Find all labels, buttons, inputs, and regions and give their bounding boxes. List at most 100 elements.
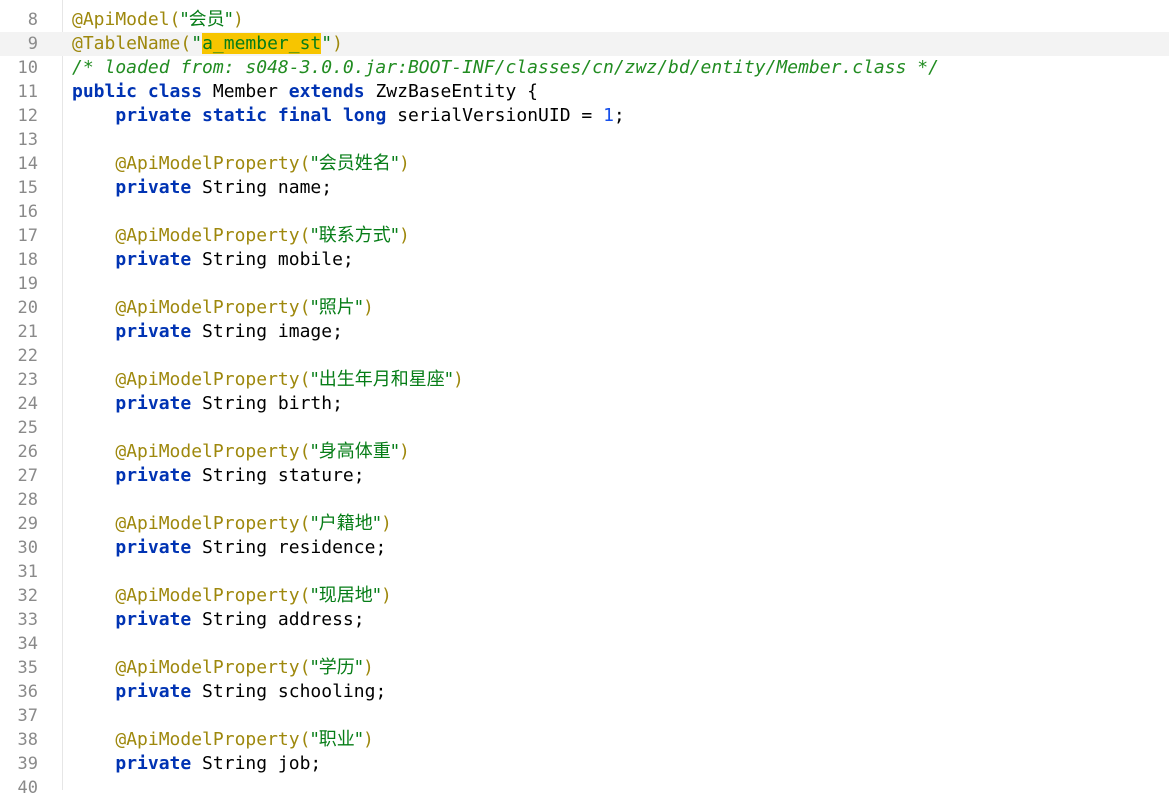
code-text[interactable]: @ApiModelProperty("会员姓名") xyxy=(72,152,409,176)
code-text[interactable]: /* loaded from: s048-3.0.0.jar:BOOT-INF/… xyxy=(72,56,939,80)
code-text[interactable]: @ApiModelProperty("照片") xyxy=(72,296,373,320)
code-line[interactable]: 29 @ApiModelProperty("户籍地") xyxy=(0,512,1169,536)
code-text[interactable]: @TableName("a_member_st") xyxy=(72,32,343,56)
code-text[interactable]: private String residence; xyxy=(72,536,386,560)
line-number: 16 xyxy=(17,202,38,222)
code-text[interactable]: private String stature; xyxy=(72,464,365,488)
code-line[interactable]: 40 xyxy=(0,776,1169,800)
code-text[interactable]: public class Member extends ZwzBaseEntit… xyxy=(72,80,538,104)
annotation-token: @ApiModelProperty( xyxy=(115,657,311,678)
code-text[interactable]: private String schooling; xyxy=(72,680,386,704)
code-line[interactable]: 34 xyxy=(0,632,1169,656)
code-line[interactable]: 13 xyxy=(0,128,1169,152)
code-line[interactable]: 21 private String image; xyxy=(0,320,1169,344)
code-line[interactable]: 35 @ApiModelProperty("学历") xyxy=(0,656,1169,680)
code-text[interactable]: @ApiModelProperty("职业") xyxy=(72,728,373,752)
code-line[interactable]: 23 @ApiModelProperty("出生年月和星座") xyxy=(0,368,1169,392)
code-text[interactable]: @ApiModel("会员") xyxy=(72,8,244,32)
line-number: 30 xyxy=(17,538,38,558)
code-line[interactable]: 8 @ApiModel("会员") xyxy=(0,8,1169,32)
line-number: 36 xyxy=(17,682,38,702)
code-line[interactable]: 12 private static final long serialVersi… xyxy=(0,104,1169,128)
code-text[interactable]: @ApiModelProperty("出生年月和星座") xyxy=(72,368,464,392)
code-line[interactable]: 10 /* loaded from: s048-3.0.0.jar:BOOT-IN… xyxy=(0,56,1169,80)
keyword-token: private xyxy=(115,681,192,702)
code-line[interactable]: 22 xyxy=(0,344,1169,368)
code-line[interactable]: 24 private String birth; xyxy=(0,392,1169,416)
code-line[interactable]: 26 @ApiModelProperty("身高体重") xyxy=(0,440,1169,464)
code-token: String residence; xyxy=(191,537,387,558)
code-line[interactable]: 27 private String stature; xyxy=(0,464,1169,488)
code-token: String mobile; xyxy=(191,249,354,270)
annotation-token: ) xyxy=(453,369,464,390)
code-text[interactable]: private String name; xyxy=(72,176,332,200)
keyword-token: extends xyxy=(288,81,365,102)
code-line[interactable]: 18 private String mobile; xyxy=(0,248,1169,272)
keyword-token: private static final xyxy=(115,105,333,126)
code-line[interactable]: 38 @ApiModelProperty("职业") xyxy=(0,728,1169,752)
code-text[interactable]: private String birth; xyxy=(72,392,343,416)
code-line[interactable]: 28 xyxy=(0,488,1169,512)
code-line[interactable]: 15 private String name; xyxy=(0,176,1169,200)
code-text[interactable]: @ApiModelProperty("身高体重") xyxy=(72,440,409,464)
annotation-token: @ApiModelProperty( xyxy=(115,729,311,750)
code-line[interactable]: 36 private String schooling; xyxy=(0,680,1169,704)
code-line[interactable]: 17 @ApiModelProperty("联系方式") xyxy=(0,224,1169,248)
code-line[interactable]: 14 @ApiModelProperty("会员姓名") xyxy=(0,152,1169,176)
code-line[interactable]: 31 xyxy=(0,560,1169,584)
code-line[interactable]: 11 public class Member extends ZwzBaseEnt… xyxy=(0,80,1169,104)
line-number: 31 xyxy=(17,562,38,582)
code-token: String image; xyxy=(191,321,343,342)
line-number: 21 xyxy=(17,322,38,342)
code-text[interactable]: @ApiModelProperty("现居地") xyxy=(72,584,391,608)
code-line[interactable]: 33 private String address; xyxy=(0,608,1169,632)
annotation-token: @ApiModelProperty( xyxy=(115,513,311,534)
string-literal: "职业" xyxy=(310,729,363,750)
code-line[interactable]: 25 xyxy=(0,416,1169,440)
string-literal: "联系方式" xyxy=(310,225,399,246)
code-line[interactable]: 19 xyxy=(0,272,1169,296)
code-text[interactable]: private String job; xyxy=(72,752,321,776)
code-line[interactable]: 9 @TableName("a_member_st") xyxy=(0,32,1169,56)
code-line[interactable]: 37 xyxy=(0,704,1169,728)
string-literal: "现居地" xyxy=(310,585,381,606)
code-token: ; xyxy=(613,105,625,126)
line-number: 10 xyxy=(17,58,38,78)
code-line[interactable]: 39 private String job; xyxy=(0,752,1169,776)
code-token: String stature; xyxy=(191,465,365,486)
code-line[interactable]: 32 @ApiModelProperty("现居地") xyxy=(0,584,1169,608)
code-text[interactable]: private String image; xyxy=(72,320,343,344)
code-line[interactable]: 20 @ApiModelProperty("照片") xyxy=(0,296,1169,320)
code-text[interactable]: private String address; xyxy=(72,608,364,632)
code-token: ZwzBaseEntity { xyxy=(364,81,538,102)
line-number: 26 xyxy=(17,442,38,462)
code-text[interactable]: @ApiModelProperty("户籍地") xyxy=(72,512,391,536)
code-text[interactable]: @ApiModelProperty("联系方式") xyxy=(72,224,409,248)
keyword-token: public class xyxy=(72,81,203,102)
line-number: 24 xyxy=(17,394,38,414)
code-text[interactable]: private String mobile; xyxy=(72,248,354,272)
code-text[interactable]: private static final long serialVersionU… xyxy=(72,104,625,128)
highlighted-table-name: a_member_st xyxy=(202,33,322,54)
string-literal: "身高体重" xyxy=(310,441,399,462)
code-line[interactable]: 30 private String residence; xyxy=(0,536,1169,560)
code-text[interactable]: @ApiModelProperty("学历") xyxy=(72,656,373,680)
line-number: 35 xyxy=(17,658,38,678)
line-number: 23 xyxy=(17,370,38,390)
code-line[interactable]: 16 xyxy=(0,200,1169,224)
code-editor[interactable]: 78@ApiModel("会员")9@TableName("a_member_s… xyxy=(0,0,1169,798)
line-number: 27 xyxy=(17,466,38,486)
comment-token: /* loaded from: s048-3.0.0.jar:BOOT-INF/… xyxy=(72,57,939,78)
